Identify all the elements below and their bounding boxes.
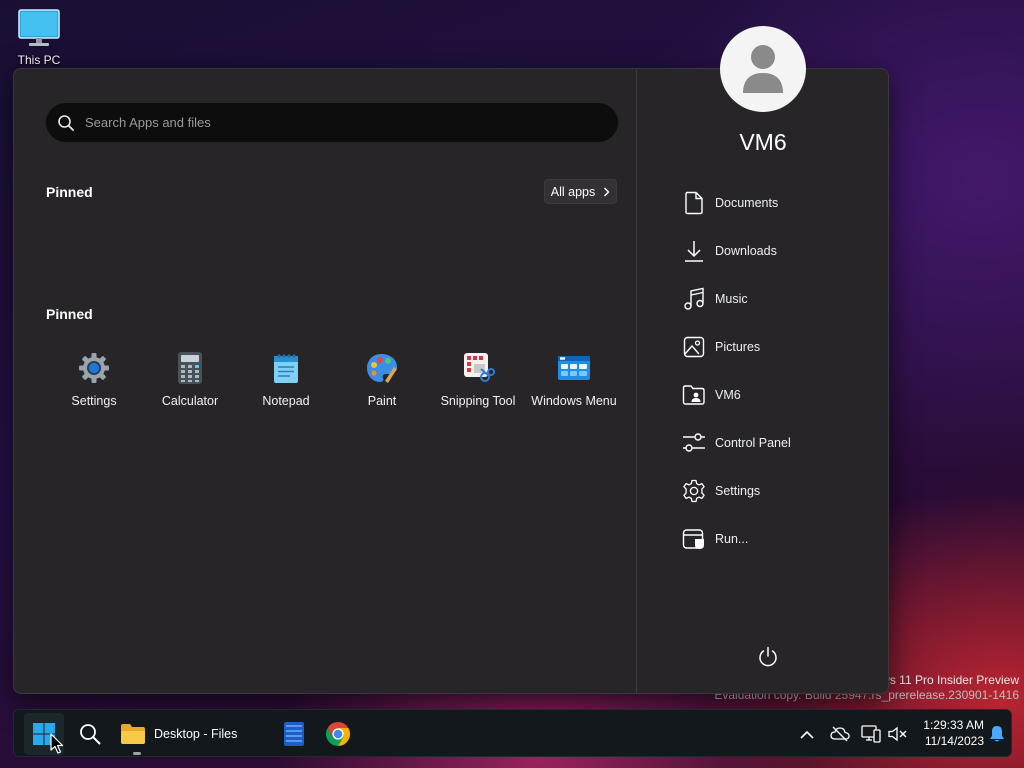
notebook-app-icon <box>284 722 304 746</box>
pinned-apps-grid: Settings Calculator Notepad Paint Snippi… <box>46 351 622 408</box>
search-input[interactable] <box>85 103 618 142</box>
taskbar-app-notes[interactable] <box>278 710 310 758</box>
taskbar-files-label: Desktop - Files <box>154 727 238 741</box>
tray-volume-muted[interactable] <box>886 710 910 758</box>
document-icon <box>681 190 707 216</box>
download-icon <box>681 238 707 264</box>
tray-network[interactable] <box>859 710 883 758</box>
all-apps-label: All apps <box>550 184 596 199</box>
all-apps-button[interactable]: All apps <box>544 179 617 204</box>
chevron-right-icon <box>604 187 610 196</box>
place-settings[interactable]: Settings <box>681 467 791 515</box>
show-hidden-icons-button[interactable] <box>796 710 818 758</box>
place-label: Documents <box>715 196 779 210</box>
monitor-icon <box>18 9 60 46</box>
search-icon <box>80 724 101 745</box>
app-label: Snipping Tool <box>440 394 516 408</box>
place-label: Music <box>715 292 748 306</box>
cloud-offline-icon <box>830 726 850 742</box>
start-menu-left-pane: Pinned All apps Pinned <box>14 69 636 693</box>
power-icon <box>759 646 777 667</box>
pictures-icon <box>681 334 707 360</box>
place-music[interactable]: Music <box>681 275 791 323</box>
taskbar-chrome[interactable] <box>322 710 354 758</box>
tray-cloud-offline[interactable] <box>828 710 852 758</box>
desktop-icon-label: This PC <box>17 53 61 67</box>
pinned-app-windows-menu[interactable]: Windows Menu <box>526 351 622 408</box>
place-label: Downloads <box>715 244 777 258</box>
network-icon <box>861 725 881 743</box>
paint-palette-icon <box>365 351 399 385</box>
calculator-icon <box>173 351 207 385</box>
app-label: Paint <box>367 394 397 408</box>
pinned-app-paint[interactable]: Paint <box>334 351 430 408</box>
taskbar-clock[interactable]: 1:29:33 AM 11/14/2023 <box>914 717 984 749</box>
snipping-tool-icon <box>461 351 495 385</box>
music-icon <box>681 286 707 312</box>
search-box[interactable] <box>46 103 618 142</box>
mouse-cursor-icon <box>50 733 64 754</box>
settings-gear-icon <box>77 351 111 385</box>
place-label: Run... <box>715 532 749 546</box>
place-pictures[interactable]: Pictures <box>681 323 791 371</box>
pinned-app-snipping-tool[interactable]: Snipping Tool <box>430 351 526 408</box>
place-label: Control Panel <box>715 436 791 450</box>
run-icon <box>681 526 707 552</box>
start-menu: Pinned All apps Pinned <box>13 26 889 694</box>
windows-menu-icon <box>557 351 591 385</box>
desktop-icon-this-pc[interactable]: This PC <box>12 8 66 67</box>
clock-time: 1:29:33 AM <box>923 718 984 732</box>
power-button[interactable] <box>756 645 780 669</box>
user-folder-icon <box>681 382 707 408</box>
notepad-icon <box>269 351 303 385</box>
app-label: Windows Menu <box>531 394 617 408</box>
places-list: Documents Downloads Music Pictures VM6 C… <box>681 179 791 563</box>
volume-muted-icon <box>888 726 907 742</box>
place-downloads[interactable]: Downloads <box>681 227 791 275</box>
bell-icon <box>990 726 1004 742</box>
place-label: Pictures <box>715 340 761 354</box>
user-avatar[interactable] <box>720 26 806 112</box>
running-indicator <box>133 752 141 755</box>
folder-icon <box>121 724 145 744</box>
taskbar: Desktop - Files 1:29:33 AM 11/14/2023 <box>13 709 1012 757</box>
pinned-app-settings[interactable]: Settings <box>46 351 142 408</box>
taskbar-search-button[interactable] <box>74 710 106 758</box>
pinned-app-calculator[interactable]: Calculator <box>142 351 238 408</box>
notifications-button[interactable] <box>986 710 1008 758</box>
clock-date: 11/14/2023 <box>924 734 984 748</box>
place-run[interactable]: Run... <box>681 515 791 563</box>
place-documents[interactable]: Documents <box>681 179 791 227</box>
chevron-up-icon <box>800 730 814 739</box>
place-user-folder[interactable]: VM6 <box>681 371 791 419</box>
app-label: Calculator <box>161 394 219 408</box>
control-panel-icon <box>681 430 707 456</box>
pinned-app-notepad[interactable]: Notepad <box>238 351 334 408</box>
app-label: Settings <box>71 394 117 408</box>
pinned-section-title: Pinned <box>46 184 93 200</box>
place-label: VM6 <box>715 388 741 402</box>
chrome-icon <box>325 722 351 746</box>
place-control-panel[interactable]: Control Panel <box>681 419 791 467</box>
user-name: VM6 <box>739 129 787 155</box>
search-icon <box>56 113 76 133</box>
pinned-section-title-2: Pinned <box>46 306 93 322</box>
start-menu-right-pane: VM6 Documents Downloads Music Pictures V… <box>637 26 889 693</box>
taskbar-files-app[interactable]: Desktop - Files <box>120 710 250 758</box>
user-avatar-icon <box>743 45 783 93</box>
gear-icon <box>681 478 707 504</box>
app-label: Notepad <box>262 394 310 408</box>
place-label: Settings <box>715 484 761 498</box>
